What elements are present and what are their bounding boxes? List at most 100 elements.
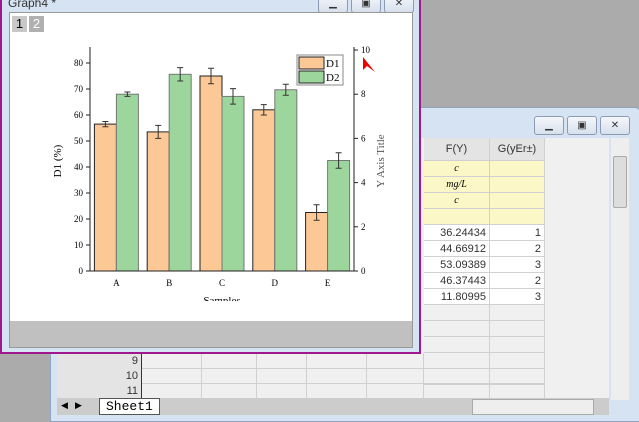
maximize-button[interactable]: ▣ <box>567 116 597 135</box>
y2-tick-label: 0 <box>361 266 366 276</box>
y-tick-label: 70 <box>74 84 84 94</box>
empty-cell[interactable] <box>490 368 545 384</box>
y2-tick-label: 2 <box>361 222 366 232</box>
bar-d1 <box>199 75 223 272</box>
data-cell[interactable]: 1 <box>490 225 545 241</box>
empty-cell[interactable] <box>424 305 490 321</box>
y-tick-label: 40 <box>74 162 84 172</box>
bar-d2 <box>168 73 192 272</box>
bar-d1 <box>146 131 170 272</box>
tab-scroll-right-icon[interactable]: ▶ <box>75 400 82 411</box>
bar-d2 <box>274 89 298 272</box>
y2-axis-title: Y Axis Title <box>375 134 387 188</box>
data-cell[interactable]: 3 <box>490 289 545 305</box>
empty-cell[interactable] <box>307 383 367 398</box>
data-cell[interactable]: 11.80995 <box>424 289 490 305</box>
bar-chart: 0 10 20 30 40 50 60 70 80 0 2 4 6 8 10 A B C D E Samples D1 (… <box>52 45 387 301</box>
column-header[interactable]: F(Y) <box>424 138 490 161</box>
meta-cell[interactable] <box>490 209 545 225</box>
empty-cell[interactable] <box>367 368 424 384</box>
cursor-arrow-icon <box>363 57 375 72</box>
x-tick-label: B <box>166 278 172 288</box>
data-cell[interactable]: 53.09389 <box>424 257 490 273</box>
x-axis-title: Samples <box>203 295 240 301</box>
row-number[interactable]: 11 <box>57 383 142 398</box>
empty-cell[interactable] <box>307 368 367 384</box>
y-tick-label: 10 <box>74 240 84 250</box>
y-tick-label: 20 <box>74 214 84 224</box>
legend-swatch <box>298 56 325 70</box>
empty-cell[interactable] <box>142 383 202 398</box>
bar-d1 <box>252 109 276 272</box>
y2-tick-label: 8 <box>361 89 366 99</box>
y-tick-label: 0 <box>79 266 84 276</box>
empty-cell[interactable] <box>424 353 490 369</box>
empty-cell[interactable] <box>490 305 545 321</box>
x-tick-label: C <box>219 278 225 288</box>
empty-cell[interactable] <box>367 353 424 369</box>
empty-cell[interactable] <box>490 383 545 398</box>
y2-tick-label: 6 <box>361 133 366 143</box>
y-tick-label: 80 <box>74 58 84 68</box>
y-tick-label: 30 <box>74 188 84 198</box>
y2-tick-label: 4 <box>361 178 366 188</box>
legend-label: D2 <box>326 72 339 84</box>
row-number[interactable]: 9 <box>57 353 142 369</box>
empty-cell[interactable] <box>202 353 257 369</box>
y-tick-label: 60 <box>74 110 84 120</box>
bar-d2 <box>115 93 139 272</box>
meta-cell[interactable] <box>424 209 490 225</box>
empty-cell[interactable] <box>424 337 490 353</box>
bar-d2 <box>327 160 351 272</box>
meta-cell[interactable] <box>490 177 545 193</box>
data-cell[interactable]: 2 <box>490 241 545 257</box>
empty-cell[interactable] <box>424 321 490 337</box>
bar-d1 <box>93 123 117 272</box>
data-cell[interactable]: 44.66912 <box>424 241 490 257</box>
sheet-tab-bar: ◀ ▶ Sheet1 <box>57 398 609 415</box>
bar-d2 <box>221 95 245 272</box>
empty-cell[interactable] <box>490 337 545 353</box>
legend-swatch <box>298 70 325 84</box>
data-cell[interactable]: 3 <box>490 257 545 273</box>
sheet-tab[interactable]: Sheet1 <box>99 398 160 415</box>
empty-cell[interactable] <box>257 383 307 398</box>
graph-status-area <box>10 321 412 347</box>
meta-cell[interactable]: c <box>424 193 490 209</box>
x-tick-label: D <box>272 278 279 288</box>
empty-cell[interactable] <box>142 353 202 369</box>
data-cell[interactable]: 46.37443 <box>424 273 490 289</box>
empty-cell[interactable] <box>202 383 257 398</box>
empty-cell[interactable] <box>257 368 307 384</box>
empty-cell[interactable] <box>424 383 490 398</box>
row-number[interactable]: 10 <box>57 368 142 384</box>
meta-cell[interactable] <box>490 161 545 177</box>
column-header[interactable]: G(yEr±) <box>490 138 545 161</box>
horizontal-scrollbar[interactable] <box>472 399 594 415</box>
meta-cell[interactable]: mg/L <box>424 177 490 193</box>
empty-cell[interactable] <box>490 321 545 337</box>
vertical-scrollbar[interactable] <box>611 138 629 400</box>
empty-cell[interactable] <box>424 368 490 384</box>
empty-cell[interactable] <box>142 368 202 384</box>
empty-cell[interactable] <box>202 368 257 384</box>
graph-window[interactable]: Graph4 * ▁ ▣ ✕ 1 2 0 10 20 30 40 50 60 70 80 0 2 4 6… <box>0 0 421 354</box>
meta-cell[interactable] <box>490 193 545 209</box>
empty-cell[interactable] <box>490 353 545 369</box>
empty-cell[interactable] <box>367 383 424 398</box>
x-tick-label: E <box>325 278 331 288</box>
y2-tick-label: 10 <box>361 45 371 55</box>
y-axis-title: D1 (%) <box>52 144 64 177</box>
tab-scroll-left-icon[interactable]: ◀ <box>61 400 68 411</box>
data-cell[interactable]: 2 <box>490 273 545 289</box>
empty-cell[interactable] <box>257 353 307 369</box>
data-cell[interactable]: 36.24434 <box>424 225 490 241</box>
close-button[interactable]: ✕ <box>600 116 630 135</box>
scroll-thumb[interactable] <box>613 156 627 208</box>
minimize-button[interactable]: ▁ <box>534 116 564 135</box>
graph-page[interactable]: 1 2 0 10 20 30 40 50 60 70 80 0 2 4 6 8 10 A B C D E Samples… <box>9 12 413 348</box>
empty-cell[interactable] <box>307 353 367 369</box>
bar-d1 <box>305 212 329 272</box>
meta-cell[interactable]: c <box>424 161 490 177</box>
y-tick-label: 50 <box>74 136 84 146</box>
